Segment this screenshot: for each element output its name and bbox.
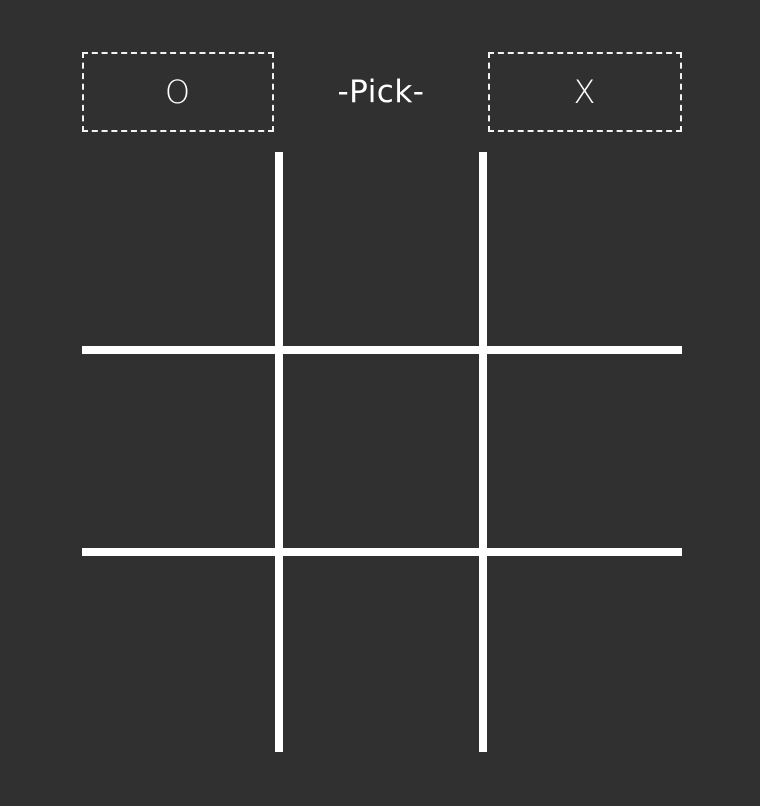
grid-line-horizontal-bottom: [82, 548, 682, 556]
grid-line-horizontal-top: [82, 346, 682, 354]
grid-line-vertical-right: [479, 152, 487, 752]
grid-line-vertical-left: [275, 152, 283, 752]
board-cell-9[interactable]: [487, 556, 682, 752]
board-cell-6[interactable]: [487, 354, 682, 548]
tic-tac-toe-app: O -Pick- X: [0, 0, 760, 806]
board-cell-4[interactable]: [82, 354, 275, 548]
board-cell-5[interactable]: [283, 354, 479, 548]
board-cell-1[interactable]: [82, 152, 275, 346]
board-cell-8[interactable]: [283, 556, 479, 752]
pick-prompt-label: -Pick-: [337, 74, 425, 110]
pick-x-button[interactable]: X: [488, 52, 682, 132]
board-cell-3[interactable]: [487, 152, 682, 346]
pick-o-button[interactable]: O: [82, 52, 274, 132]
board-cell-7[interactable]: [82, 556, 275, 752]
game-board: [82, 152, 682, 752]
board-cell-2[interactable]: [283, 152, 479, 346]
